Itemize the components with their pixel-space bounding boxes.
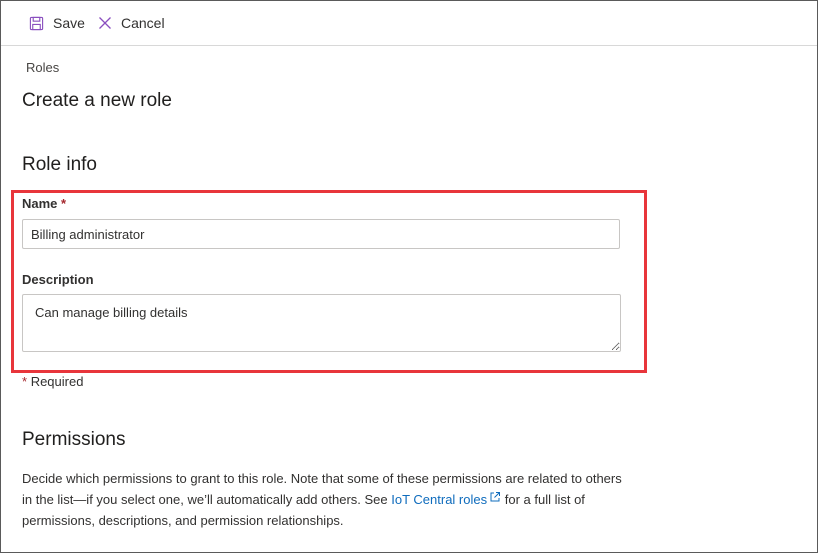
cancel-label: Cancel	[121, 15, 165, 31]
command-bar: Save Cancel	[1, 1, 817, 46]
page-title: Create a new role	[22, 90, 172, 111]
role-info-heading: Role info	[22, 154, 97, 175]
iot-central-roles-link[interactable]: IoT Central roles	[391, 492, 501, 507]
cancel-icon	[99, 17, 111, 29]
required-asterisk: *	[61, 196, 67, 211]
save-button[interactable]: Save	[29, 13, 85, 33]
name-input[interactable]	[22, 219, 620, 249]
permissions-heading: Permissions	[22, 429, 126, 450]
description-label: Description	[22, 272, 94, 287]
required-note: * Required	[22, 374, 83, 389]
link-text: IoT Central roles	[391, 492, 488, 507]
save-label: Save	[53, 15, 85, 31]
breadcrumb[interactable]: Roles	[26, 60, 59, 75]
required-note-asterisk: *	[22, 374, 28, 389]
cancel-button[interactable]: Cancel	[98, 13, 165, 33]
permissions-description: Decide which permissions to grant to thi…	[22, 468, 632, 531]
app-frame: Save Cancel Roles Create a new role Role…	[0, 0, 818, 553]
save-icon	[29, 16, 44, 30]
description-textarea[interactable]: Can manage billing details	[22, 294, 621, 352]
name-label: Name *	[22, 196, 66, 211]
name-label-text: Name	[22, 196, 58, 211]
required-note-text: Required	[30, 374, 84, 389]
external-link-icon	[490, 492, 501, 502]
